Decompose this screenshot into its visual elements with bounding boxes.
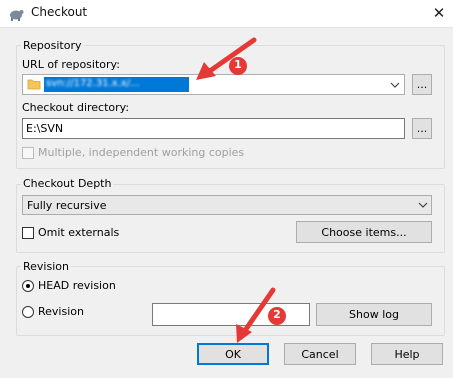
omit-externals-label: Omit externals [38,226,120,239]
checkout-depth-group-title: Checkout Depth [21,177,114,190]
checkout-dir-value: E:\SVN [26,122,64,135]
close-button[interactable]: ✕ [427,2,451,24]
multiple-wc-checkbox[interactable] [22,147,34,159]
annotation-marker-2-label: 2 [273,308,281,321]
url-value[interactable]: svn://172.31.x.x/... [46,78,188,91]
radio-selected-dot [26,284,30,288]
revision-label: Revision [38,305,84,318]
repository-group-title: Repository [21,39,84,52]
cancel-button[interactable]: Cancel [284,343,356,365]
omit-externals-checkbox[interactable] [22,227,34,239]
ok-button[interactable]: OK [197,343,269,365]
chevron-down-icon[interactable] [418,201,428,209]
url-label: URL of repository: [22,58,120,71]
folder-icon [27,79,41,90]
checkout-dir-browse-button[interactable]: ... [412,118,432,139]
checkout-dir-field[interactable]: E:\SVN [22,118,405,139]
depth-select[interactable]: Fully recursive [22,195,432,215]
chevron-down-icon[interactable] [390,81,400,89]
revision-input[interactable] [152,303,310,326]
head-revision-radio[interactable] [22,280,34,292]
multiple-wc-label: Multiple, independent working copies [38,146,245,159]
window-title: Checkout [31,5,88,19]
revision-radio[interactable] [22,306,34,318]
annotation-marker-1-label: 1 [234,58,242,71]
show-log-button[interactable]: Show log [316,303,432,326]
help-button[interactable]: Help [371,343,443,365]
depth-select-value: Fully recursive [27,199,107,212]
head-revision-label: HEAD revision [38,279,116,292]
tortoise-icon [10,10,24,21]
checkout-dir-label: Checkout directory: [22,101,130,114]
choose-items-button[interactable]: Choose items... [296,221,432,243]
url-browse-button[interactable]: ... [412,74,432,95]
revision-group-title: Revision [21,260,71,273]
